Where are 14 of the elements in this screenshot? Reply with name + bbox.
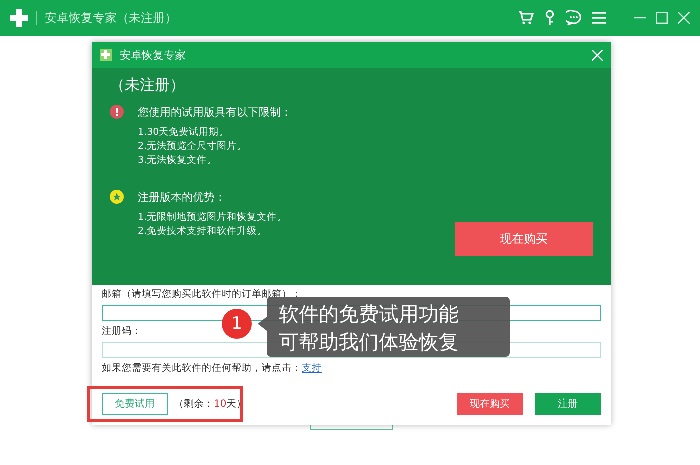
dialog-title: 安卓恢复专家 [120,48,187,62]
list-item: 3.无法恢复文件。 [138,154,218,168]
registration-status: （未注册） [110,76,186,95]
list-item: 2.无法预览全尺寸图片。 [138,140,248,154]
list-item: 1.无限制地预览图片和恢复文件。 [138,211,288,225]
code-label: 注册码： [102,325,142,338]
list-item: 2.免费技术支持和软件升级。 [138,225,268,239]
section-heading: 您使用的试用版具有以下限制： [138,105,292,120]
list-item: 1.30天免费试用期。 [138,126,230,140]
section-heading: 注册版本的优势： [138,190,227,205]
window-title: 安卓恢复专家（未注册） [45,10,178,26]
callout-tooltip: 1 软件的免费试用功能 可帮助我们体验恢复 [222,297,510,357]
remaining-days: （剩余：10天） [174,397,451,411]
help-text: 如果您需要有关此软件的任何帮助，请点击： [102,363,302,374]
